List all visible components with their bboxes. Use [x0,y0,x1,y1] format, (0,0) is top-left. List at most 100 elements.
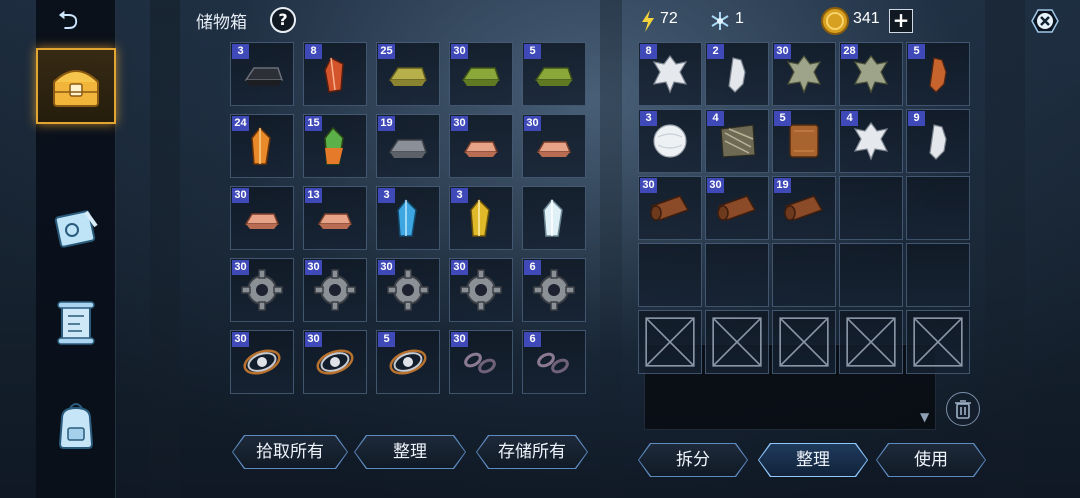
storage-slot[interactable]: 30 [449,330,513,394]
storage-slot[interactable] [522,186,586,250]
storage-slot[interactable]: 3 [449,186,513,250]
storage-slot[interactable]: 5 [376,330,440,394]
storage-sort-button[interactable]: 整理 [354,435,466,469]
storage-slot[interactable]: 24 [230,114,294,178]
item-quantity-badge: 24 [232,116,249,131]
item-quantity-badge: 3 [232,44,249,59]
item-quantity-badge: 30 [451,44,468,59]
inventory-slot[interactable] [839,176,903,240]
inventory-slot[interactable] [772,310,836,374]
item-quantity-badge: 8 [640,44,657,59]
snowflake-icon [711,12,729,30]
storage-slot[interactable]: 30 [376,258,440,322]
inventory-slot[interactable] [638,243,702,307]
store-all-button[interactable]: 存储所有 [476,435,588,469]
add-coins-button[interactable]: + [889,9,913,33]
storage-slot[interactable]: 8 [303,42,367,106]
inventory-slot[interactable]: 4 [839,109,903,173]
backpack-icon [58,403,94,449]
pickup-all-button[interactable]: 拾取所有 [232,435,348,469]
inventory-slot[interactable]: 28 [839,42,903,106]
item-quantity-badge: 30 [707,178,724,193]
item-quantity-badge: 5 [378,332,395,347]
inventory-sort-label: 整理 [759,444,867,476]
inventory-sort-button[interactable]: 整理 [758,443,868,477]
inventory-slot[interactable]: 9 [906,109,970,173]
storage-slot[interactable]: 30 [230,330,294,394]
inventory-slot[interactable]: 5 [906,42,970,106]
inventory-slot[interactable]: 4 [705,109,769,173]
storage-slot[interactable]: 6 [522,330,586,394]
inventory-slot[interactable]: 3 [638,109,702,173]
help-button[interactable]: ? [270,7,296,33]
storage-slot[interactable]: 30 [303,258,367,322]
item-quantity-badge: 4 [707,111,724,126]
storage-slot[interactable]: 30 [449,42,513,106]
storage-slot[interactable]: 15 [303,114,367,178]
storage-slot[interactable]: 30 [449,258,513,322]
inventory-slot[interactable] [906,176,970,240]
tab-blueprints[interactable] [36,192,116,268]
storage-slot[interactable]: 30 [230,258,294,322]
chevron-down-icon[interactable]: ▼ [920,410,929,424]
item-quantity-badge: 5 [524,44,541,59]
trash-button[interactable] [946,392,980,426]
item-quantity-badge: 30 [232,332,249,347]
inventory-slot[interactable] [705,243,769,307]
back-arrow-icon[interactable]: ⮌ [50,6,86,36]
use-button[interactable]: 使用 [876,443,986,477]
inventory-slot[interactable] [839,243,903,307]
storage-slot[interactable]: 6 [522,258,586,322]
item-quantity-badge: 2 [707,44,724,59]
locked-slot-icon [645,317,695,367]
item-quantity-badge: 30 [774,44,791,59]
storage-title: 储物箱 [196,13,247,33]
locked-slot-icon [846,317,896,367]
item-quantity-badge: 13 [305,188,322,203]
trash-icon [955,400,971,419]
split-button[interactable]: 拆分 [638,443,748,477]
item-quantity-badge: 30 [305,332,322,347]
item-quantity-badge: 8 [305,44,322,59]
inventory-slot[interactable] [906,243,970,307]
energy-bolt-icon [642,10,654,32]
background-tree [985,0,1025,498]
storage-slot[interactable]: 30 [449,114,513,178]
storage-slot[interactable]: 3 [376,186,440,250]
storage-slot[interactable]: 30 [522,114,586,178]
inventory-slot[interactable] [906,310,970,374]
storage-slot[interactable]: 5 [522,42,586,106]
close-icon[interactable] [1028,6,1062,36]
locked-slot-icon [913,317,963,367]
storage-slot[interactable]: 19 [376,114,440,178]
storage-slot[interactable]: 13 [303,186,367,250]
item-quantity-badge: 5 [774,111,791,126]
storage-slot[interactable]: 30 [303,330,367,394]
item-quantity-badge: 4 [841,111,858,126]
white-crystal-icon [543,198,563,237]
tab-storage[interactable] [36,48,116,124]
inventory-slot[interactable]: 8 [638,42,702,106]
inventory-slot[interactable]: 2 [705,42,769,106]
inventory-slot[interactable]: 30 [705,176,769,240]
item-quantity-badge: 30 [451,260,468,275]
item-quantity-badge: 6 [524,332,541,347]
inventory-slot[interactable]: 5 [772,109,836,173]
background-tree [600,0,622,498]
item-quantity-badge: 3 [378,188,395,203]
inventory-slot[interactable]: 30 [772,42,836,106]
snowflake-value: 1 [735,10,744,27]
inventory-slot[interactable] [705,310,769,374]
inventory-slot[interactable]: 30 [638,176,702,240]
storage-slot[interactable]: 3 [230,42,294,106]
inventory-slot[interactable] [638,310,702,374]
item-quantity-badge: 19 [378,116,395,131]
storage-slot[interactable]: 30 [230,186,294,250]
inventory-slot[interactable] [772,243,836,307]
use-label: 使用 [877,444,985,476]
storage-slot[interactable]: 25 [376,42,440,106]
tab-quests[interactable] [36,286,116,362]
inventory-slot[interactable] [839,310,903,374]
tab-backpack[interactable] [36,388,116,464]
inventory-slot[interactable]: 19 [772,176,836,240]
